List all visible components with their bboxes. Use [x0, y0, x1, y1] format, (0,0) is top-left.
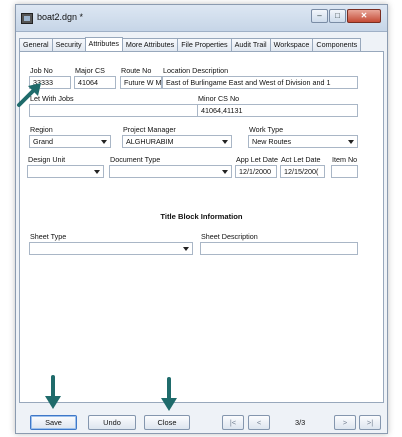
route-no-field[interactable]: Future W M: [120, 76, 162, 89]
close-icon[interactable]: ✕: [347, 9, 381, 23]
chevron-down-icon: [222, 170, 228, 174]
minor-cs-no-label: Minor CS No: [198, 94, 240, 103]
chevron-down-icon: [94, 170, 100, 174]
item-no-label: Item No: [332, 155, 358, 164]
attributes-panel: Job No 33333 Major CS 41064 Route No Fut…: [19, 51, 384, 403]
job-no-label: Job No: [30, 66, 53, 75]
tab-audit-trail[interactable]: Audit Trail: [230, 38, 271, 51]
tab-strip: General Security Attributes More Attribu…: [19, 37, 384, 51]
tab-general[interactable]: General: [19, 38, 53, 51]
work-type-value: New Routes: [252, 137, 292, 146]
project-manager-label: Project Manager: [123, 125, 176, 134]
let-with-jobs-field[interactable]: [29, 104, 216, 117]
window-controls: – □ ✕: [311, 9, 381, 23]
item-no-field[interactable]: [331, 165, 358, 178]
job-no-field[interactable]: 33333: [29, 76, 71, 89]
chevron-down-icon: [348, 140, 354, 144]
sheet-description-label: Sheet Description: [201, 232, 258, 241]
location-description-label: Location Description: [163, 66, 229, 75]
record-counter: 3/3: [295, 418, 306, 427]
chevron-down-icon: [222, 140, 228, 144]
project-manager-dropdown[interactable]: ALGHURABIM: [122, 135, 232, 148]
document-type-label: Document Type: [110, 155, 161, 164]
next-record-button[interactable]: >: [334, 415, 356, 430]
major-cs-label: Major CS: [75, 66, 105, 75]
design-unit-dropdown[interactable]: [27, 165, 104, 178]
app-let-date-label: App Let Date: [236, 155, 278, 164]
last-record-button[interactable]: >|: [359, 415, 381, 430]
first-record-button[interactable]: |<: [222, 415, 244, 430]
app-let-date-field[interactable]: 12/1/2000: [235, 165, 277, 178]
document-type-dropdown[interactable]: [109, 165, 232, 178]
title-bar[interactable]: boat2.dgn * – □ ✕: [16, 5, 387, 32]
window-title: boat2.dgn *: [37, 12, 84, 22]
sheet-type-label: Sheet Type: [30, 232, 67, 241]
sheet-description-field[interactable]: [200, 242, 358, 255]
region-dropdown[interactable]: Grand: [29, 135, 111, 148]
let-with-jobs-label: Let With Jobs: [30, 94, 74, 103]
tab-file-properties[interactable]: File Properties: [177, 38, 232, 51]
close-button[interactable]: Close: [144, 415, 190, 430]
region-label: Region: [30, 125, 53, 134]
tab-attributes[interactable]: Attributes: [84, 37, 123, 51]
properties-window: boat2.dgn * – □ ✕ General Security Attri…: [15, 4, 388, 434]
chevron-down-icon: [101, 140, 107, 144]
chevron-down-icon: [183, 247, 189, 251]
title-block-heading: Title Block Information: [160, 212, 243, 221]
work-type-label: Work Type: [249, 125, 284, 134]
act-let-date-field[interactable]: 12/15/200(: [280, 165, 325, 178]
tab-more-attributes[interactable]: More Attributes: [121, 38, 179, 51]
tab-security[interactable]: Security: [51, 38, 86, 51]
project-manager-value: ALGHURABIM: [126, 137, 174, 146]
previous-record-button[interactable]: <: [248, 415, 270, 430]
undo-button[interactable]: Undo: [88, 415, 136, 430]
app-icon: [21, 13, 33, 24]
major-cs-field[interactable]: 41064: [74, 76, 116, 89]
tab-components[interactable]: Components: [312, 38, 362, 51]
location-description-field[interactable]: East of Burlingame East and West of Divi…: [162, 76, 358, 89]
route-no-label: Route No: [121, 66, 152, 75]
sheet-type-dropdown[interactable]: [29, 242, 193, 255]
minimize-icon[interactable]: –: [311, 9, 328, 23]
save-button[interactable]: Save: [30, 415, 77, 430]
work-type-dropdown[interactable]: New Routes: [248, 135, 358, 148]
maximize-icon[interactable]: □: [329, 9, 346, 23]
region-value: Grand: [33, 137, 53, 146]
act-let-date-label: Act Let Date: [281, 155, 321, 164]
tab-workspace[interactable]: Workspace: [269, 38, 314, 51]
minor-cs-no-field[interactable]: 41064,41131: [197, 104, 358, 117]
button-bar: Save Undo Close |< < 3/3 > >|: [16, 405, 387, 435]
design-unit-label: Design Unit: [28, 155, 66, 164]
